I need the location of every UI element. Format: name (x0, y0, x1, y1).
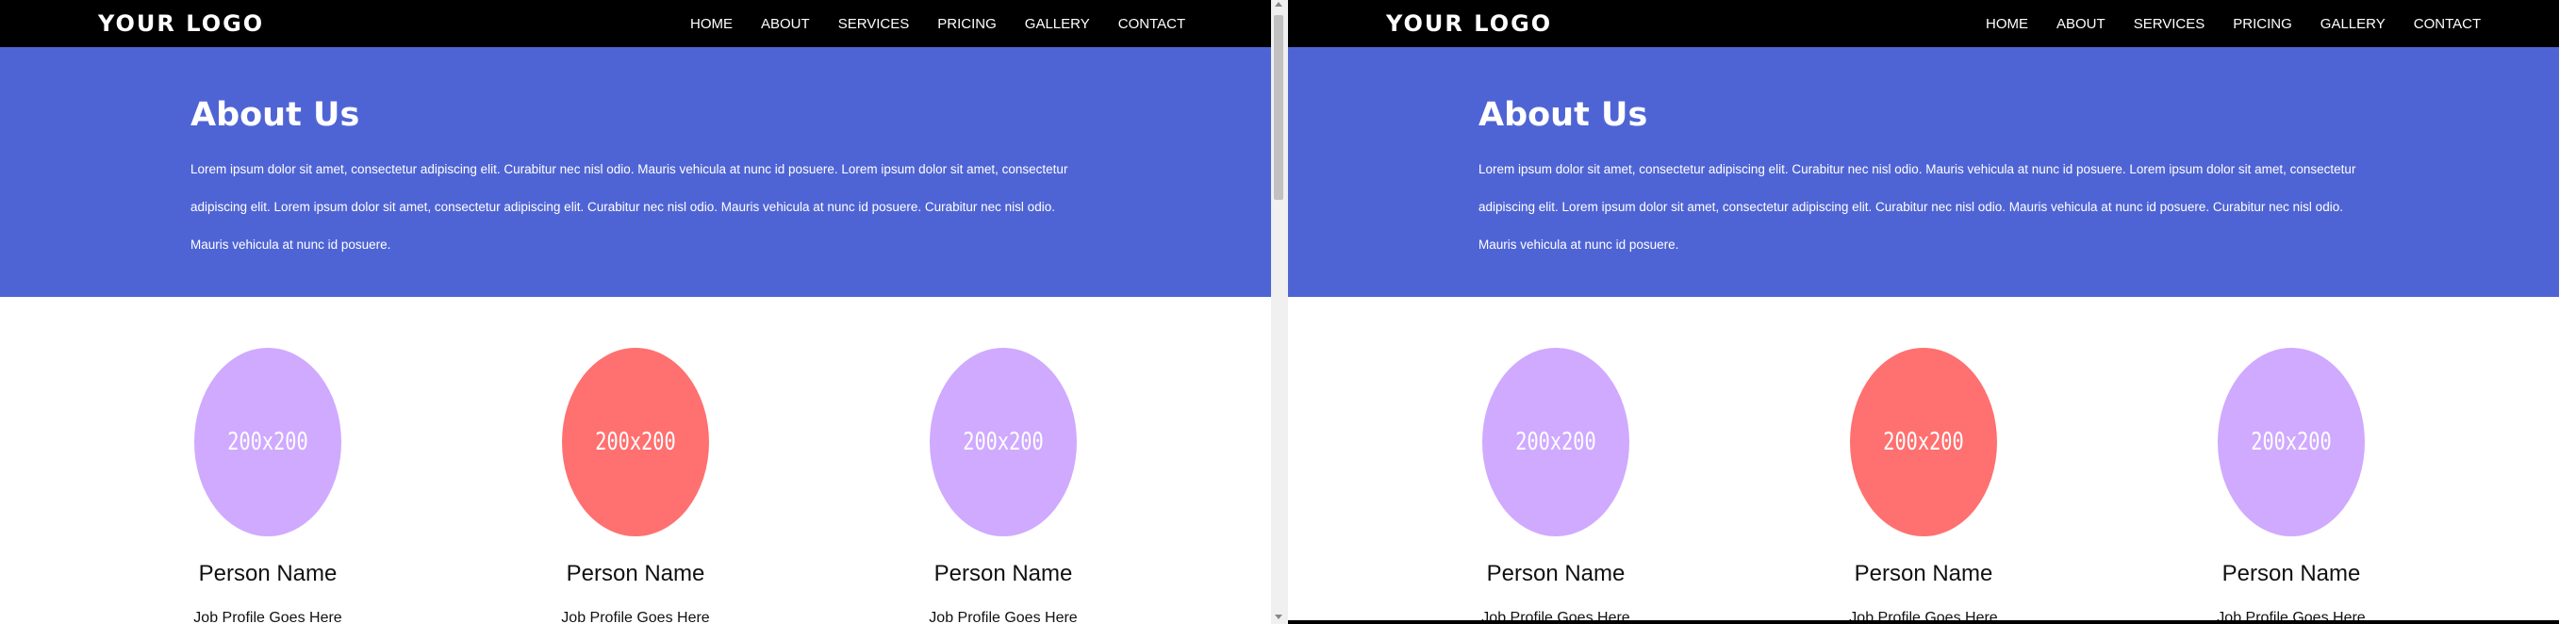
site-logo[interactable]: YOUR LOGO (98, 0, 264, 47)
person-name: Person Name (198, 561, 338, 586)
team-member-card: 200x200 Person Name Job Profile Goes Her… (2183, 348, 2400, 624)
about-text: Lorem ipsum dolor sit amet, consectetur … (190, 162, 1068, 252)
nav-services-link[interactable]: SERVICES (838, 16, 910, 32)
navbar: YOUR LOGO HOME ABOUT SERVICES PRICING GA… (1288, 0, 2559, 47)
avatar-placeholder: 200x200 (2218, 348, 2365, 536)
nav-gallery-link[interactable]: GALLERY (2320, 16, 2386, 32)
vertical-scrollbar[interactable] (1271, 0, 1286, 624)
scroll-down-arrow-icon[interactable] (1275, 615, 1282, 619)
nav-about-link[interactable]: ABOUT (761, 16, 810, 32)
team-member-card: 200x200 Person Name Job Profile Goes Her… (159, 348, 376, 624)
person-name: Person Name (1854, 561, 1993, 586)
team-member-card: 200x200 Person Name Job Profile Goes Her… (1447, 348, 1664, 624)
job-profile: Job Profile Goes Here (561, 610, 710, 624)
nav-pricing-link[interactable]: PRICING (937, 16, 997, 32)
nav-contact-link[interactable]: CONTACT (2414, 16, 2481, 32)
person-name: Person Name (2221, 561, 2361, 586)
site-logo[interactable]: YOUR LOGO (1386, 0, 1552, 47)
about-section: About Us Lorem ipsum dolor sit amet, con… (0, 47, 1271, 297)
person-name: Person Name (566, 561, 705, 586)
nav-gallery-link[interactable]: GALLERY (1025, 16, 1090, 32)
navbar: YOUR LOGO HOME ABOUT SERVICES PRICING GA… (0, 0, 1271, 47)
avatar-placeholder: 200x200 (562, 348, 709, 536)
about-title: About Us (1478, 96, 1648, 134)
about-section: About Us Lorem ipsum dolor sit amet, con… (1288, 47, 2559, 297)
main-nav: HOME ABOUT SERVICES PRICING GALLERY CONT… (690, 0, 1185, 47)
team-member-card: 200x200 Person Name Job Profile Goes Her… (527, 348, 744, 624)
nav-services-link[interactable]: SERVICES (2134, 16, 2205, 32)
nav-home-link[interactable]: HOME (1986, 16, 2028, 32)
team-member-card: 200x200 Person Name Job Profile Goes Her… (1815, 348, 2032, 624)
team-section: 200x200 Person Name Job Profile Goes Her… (0, 297, 1271, 624)
nav-pricing-link[interactable]: PRICING (2233, 16, 2292, 32)
person-name: Person Name (933, 561, 1073, 586)
avatar-placeholder: 200x200 (930, 348, 1077, 536)
bottom-frame-border (1288, 620, 2559, 624)
avatar-placeholder: 200x200 (1850, 348, 1997, 536)
main-nav: HOME ABOUT SERVICES PRICING GALLERY CONT… (1986, 0, 2481, 47)
nav-about-link[interactable]: ABOUT (2056, 16, 2105, 32)
job-profile: Job Profile Goes Here (929, 610, 1078, 624)
avatar-placeholder: 200x200 (194, 348, 341, 536)
about-title: About Us (190, 96, 360, 134)
person-name: Person Name (1486, 561, 1626, 586)
team-section: 200x200 Person Name Job Profile Goes Her… (1288, 297, 2559, 624)
nav-home-link[interactable]: HOME (690, 16, 733, 32)
browser-pane-right: YOUR LOGO HOME ABOUT SERVICES PRICING GA… (1288, 0, 2559, 624)
nav-contact-link[interactable]: CONTACT (1118, 16, 1185, 32)
team-member-card: 200x200 Person Name Job Profile Goes Her… (895, 348, 1112, 624)
avatar-placeholder: 200x200 (1482, 348, 1629, 536)
browser-pane-left: YOUR LOGO HOME ABOUT SERVICES PRICING GA… (0, 0, 1271, 624)
about-text: Lorem ipsum dolor sit amet, consectetur … (1478, 162, 2356, 252)
scroll-up-arrow-icon[interactable] (1275, 2, 1282, 7)
scroll-thumb[interactable] (1274, 15, 1283, 200)
right-blank-margin (2559, 0, 2576, 624)
job-profile: Job Profile Goes Here (193, 610, 342, 624)
